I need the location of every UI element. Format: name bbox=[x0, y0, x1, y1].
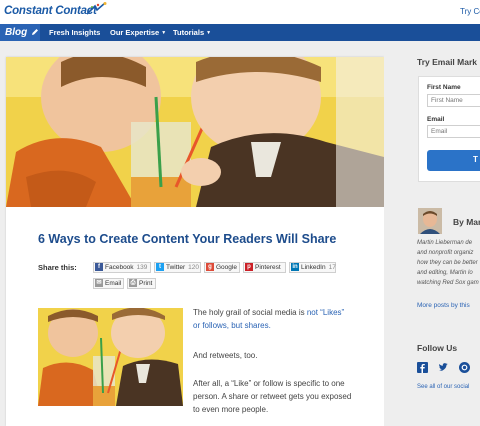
follow-us-title: Follow Us bbox=[417, 343, 458, 353]
author-heading: By Mar bbox=[453, 217, 480, 227]
article-thumbnail bbox=[38, 308, 183, 406]
email-field[interactable] bbox=[427, 125, 480, 138]
share-label: Share this: bbox=[38, 263, 77, 272]
signup-submit-button[interactable]: T bbox=[427, 150, 480, 171]
site-header: Constant Contact Try Co bbox=[0, 0, 480, 24]
share-pinterest-button[interactable]: p Pinterest bbox=[243, 262, 286, 273]
first-name-field[interactable] bbox=[427, 94, 480, 107]
author-photo bbox=[418, 208, 442, 234]
share-print-button[interactable]: ⎙ Print bbox=[127, 278, 156, 289]
nav-fresh-insights[interactable]: Fresh Insights bbox=[49, 24, 100, 41]
twitter-icon: t bbox=[156, 263, 164, 271]
nav-fresh-insights-label: Fresh Insights bbox=[49, 28, 101, 37]
signup-form-title: Try Email Mark bbox=[417, 57, 478, 67]
share-google-label: Google bbox=[216, 264, 237, 272]
nav-tutorials[interactable]: Tutorials ▼ bbox=[173, 24, 211, 41]
main-nav: Blog Fresh Insights Our Expertise ▼ Tutor… bbox=[0, 24, 480, 41]
author-bio-line: and nonprofit organiz bbox=[417, 250, 474, 256]
signup-submit-label: T bbox=[473, 155, 478, 164]
share-facebook-button[interactable]: f Facebook 139 bbox=[93, 262, 151, 273]
try-free-link[interactable]: Try Co bbox=[460, 7, 480, 16]
chevron-down-icon: ▼ bbox=[206, 29, 212, 36]
share-twitter-label: Twitter bbox=[166, 264, 186, 272]
share-facebook-count: 139 bbox=[136, 264, 148, 272]
share-google-button[interactable]: g Google bbox=[204, 262, 240, 273]
author-bio-line: watching Red Sox gam bbox=[417, 280, 479, 286]
site-logo[interactable]: Constant Contact bbox=[4, 5, 97, 17]
article-card: 6 Ways to Create Content Your Readers Wi… bbox=[6, 57, 384, 426]
author-bio-line: Martin Lieberman de bbox=[417, 240, 473, 246]
nav-tutorials-label: Tutorials bbox=[173, 28, 205, 37]
share-linkedin-count: 17 bbox=[328, 264, 336, 272]
share-print-label: Print bbox=[139, 280, 153, 288]
article-paragraph-3: After all, a “Like” or follow is specifi… bbox=[193, 379, 352, 414]
nav-blog[interactable]: Blog bbox=[0, 24, 40, 41]
google-icon: g bbox=[206, 263, 214, 271]
avatar[interactable] bbox=[418, 208, 442, 234]
hero-image bbox=[6, 57, 384, 207]
facebook-icon[interactable] bbox=[417, 362, 428, 373]
share-linkedin-button[interactable]: in LinkedIn 17 bbox=[289, 262, 336, 273]
author-bio-line: and editing, Martin lo bbox=[417, 270, 473, 276]
share-email-button[interactable]: ✉ Email bbox=[93, 278, 124, 289]
nav-our-expertise-label: Our Expertise bbox=[110, 28, 160, 37]
chevron-down-icon: ▼ bbox=[161, 29, 167, 36]
share-twitter-count: 120 bbox=[188, 264, 200, 272]
share-linkedin-label: LinkedIn bbox=[301, 264, 326, 272]
nav-our-expertise[interactable]: Our Expertise ▼ bbox=[110, 24, 166, 41]
more-posts-link[interactable]: More posts by this bbox=[417, 302, 470, 309]
article-title[interactable]: 6 Ways to Create Content Your Readers Wi… bbox=[38, 232, 336, 246]
email-icon: ✉ bbox=[95, 279, 103, 287]
print-icon: ⎙ bbox=[129, 279, 137, 287]
see-all-social-link[interactable]: See all of our social bbox=[417, 384, 469, 390]
pinterest-icon: p bbox=[245, 263, 253, 271]
email-label: Email bbox=[427, 116, 445, 123]
author-bio: Martin Lieberman de and nonprofit organi… bbox=[417, 238, 480, 288]
linkedin-icon: in bbox=[291, 263, 299, 271]
first-name-label: First Name bbox=[427, 84, 461, 91]
paragraph-1-text: The holy grail of social media is bbox=[193, 308, 307, 317]
share-twitter-button[interactable]: t Twitter 120 bbox=[154, 262, 201, 273]
pencil-icon bbox=[32, 29, 38, 36]
share-pinterest-label: Pinterest bbox=[255, 264, 281, 272]
share-facebook-label: Facebook bbox=[105, 264, 134, 272]
article-paragraph-1: The holy grail of social media is not “L… bbox=[193, 306, 353, 332]
share-email-label: Email bbox=[105, 280, 122, 288]
twitter-icon[interactable] bbox=[438, 362, 449, 373]
pinterest-icon[interactable] bbox=[459, 362, 470, 373]
author-bio-line: how they can be better bbox=[417, 260, 478, 266]
facebook-icon: f bbox=[95, 263, 103, 271]
article-paragraph-2: And retweets, too. bbox=[193, 351, 258, 360]
nav-blog-label: Blog bbox=[5, 27, 28, 38]
logo-mark-icon bbox=[86, 2, 107, 15]
